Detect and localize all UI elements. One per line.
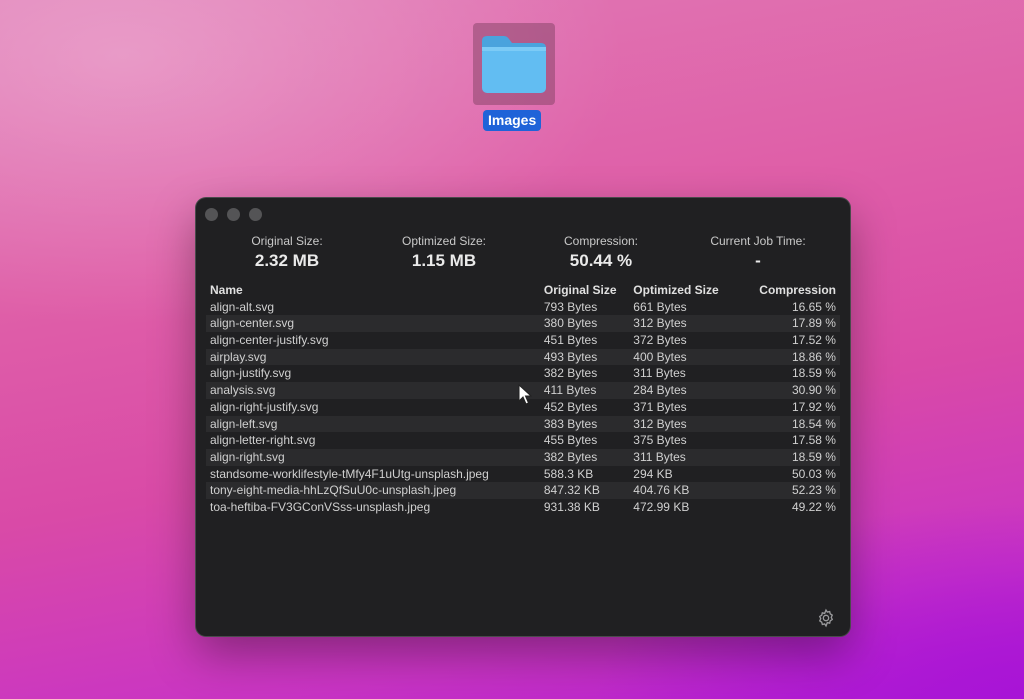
original-size-label: Original Size:: [251, 234, 323, 248]
cell-optimized-size: 372 Bytes: [633, 333, 687, 348]
cursor-icon: [518, 384, 532, 405]
original-size-value: 2.32 MB: [254, 251, 320, 270]
cell-file-name: align-alt.svg: [210, 299, 275, 314]
cell-original-size: 411 Bytes: [543, 383, 597, 398]
cell-original-size: 382 Bytes: [543, 366, 598, 381]
optimized-size-stat: Optimized Size: 1.15 MB: [369, 234, 519, 271]
cell-optimized-size: 312 Bytes: [633, 316, 687, 331]
cell-compression: 17.58 %: [791, 433, 836, 448]
cell-optimized-size: 404.76 KB: [633, 483, 690, 498]
cell-file-name: align-letter-right.svg: [210, 433, 316, 448]
cell-compression: 50.03 %: [791, 466, 836, 481]
optimizer-window: Original Size: 2.32 MB Optimized Size: 1…: [196, 198, 850, 636]
table-row[interactable]: align-center-justify.svg 451 Bytes 372 Byt…: [206, 332, 840, 349]
cell-file-name: align-justify.svg: [210, 366, 292, 381]
cell-file-name: tony-eight-media-hhLzQfSuU0c-unsplash.jp…: [210, 483, 457, 498]
cell-optimized-size: 375 Bytes: [633, 433, 687, 448]
cell-optimized-size: 400 Bytes: [633, 349, 687, 364]
cell-file-name: align-center-justify.svg: [210, 333, 329, 348]
cell-compression: 16.65 %: [791, 299, 836, 314]
compression-label: Compression:: [563, 234, 639, 248]
cell-original-size: 793 Bytes: [543, 299, 598, 314]
cell-original-size: 588.3 KB: [543, 466, 594, 481]
cell-optimized-size: 472.99 KB: [633, 499, 690, 514]
compression-stat: Compression: 50.44 %: [526, 234, 676, 271]
images-folder[interactable]: [473, 23, 555, 105]
cell-file-name: airplay.svg: [210, 349, 267, 364]
cell-original-size: 382 Bytes: [543, 449, 598, 464]
table-body: align-alt.svg 793 Bytes 661 Bytes 16.65 % al…: [206, 299, 840, 516]
table-row[interactable]: align-center.svg 380 Bytes 312 Bytes 17.89 …: [206, 315, 840, 333]
cell-compression: 30.90 %: [791, 383, 836, 398]
table-row[interactable]: standsome-worklifestyle-tMfy4F1uUtg-unsp…: [206, 466, 840, 483]
job-time-value: -: [755, 251, 761, 270]
cell-original-size: 847.32 KB: [543, 483, 600, 498]
minimize-window-button[interactable]: [227, 208, 240, 221]
cell-compression: 49.22 %: [791, 499, 836, 514]
folder-icon: [482, 36, 546, 93]
cell-file-name: align-left.svg: [210, 416, 278, 431]
cell-original-size: 452 Bytes: [543, 399, 598, 414]
table-row[interactable]: align-justify.svg 382 Bytes 311 Bytes 18.59…: [206, 365, 840, 382]
cell-original-size: 931.38 KB: [543, 499, 600, 514]
table-row[interactable]: align-right.svg 382 Bytes 311 Bytes 18.59 %: [206, 448, 840, 466]
window-controls: [205, 208, 262, 221]
table-row[interactable]: tony-eight-media-hhLzQfSuU0c-unsplash.jp…: [206, 482, 840, 499]
cell-optimized-size: 284 Bytes: [633, 383, 687, 398]
cell-file-name: align-right-justify.svg: [210, 399, 319, 414]
cell-file-name: analysis.svg: [210, 383, 276, 398]
cell-file-name: align-center.svg: [210, 316, 295, 331]
column-header-original-size[interactable]: Original Size: [544, 282, 633, 299]
cell-compression: 18.59 %: [791, 366, 836, 381]
cell-original-size: 451 Bytes: [543, 333, 598, 348]
cell-original-size: 455 Bytes: [543, 433, 598, 448]
cell-optimized-size: 311 Bytes: [633, 366, 686, 381]
table-row[interactable]: align-left.svg 383 Bytes 312 Bytes 18.54 %: [206, 415, 840, 433]
cell-optimized-size: 661 Bytes: [633, 299, 687, 314]
cell-original-size: 380 Bytes: [543, 316, 598, 331]
cell-compression: 17.92 %: [791, 399, 836, 414]
table-row[interactable]: airplay.svg 493 Bytes 400 Bytes 18.86 %: [206, 348, 840, 366]
cell-compression: 17.89 %: [791, 316, 836, 331]
cell-file-name: standsome-worklifestyle-tMfy4F1uUtg-unsp…: [210, 466, 489, 481]
cell-compression: 18.86 %: [791, 349, 836, 364]
cell-compression: 18.54 %: [791, 416, 836, 431]
cell-original-size: 383 Bytes: [543, 416, 598, 431]
optimized-size-value: 1.15 MB: [411, 251, 477, 270]
zoom-window-button[interactable]: [249, 208, 262, 221]
cell-compression: 18.59 %: [791, 449, 836, 464]
original-size-stat: Original Size: 2.32 MB: [212, 234, 362, 271]
optimized-size-label: Optimized Size:: [401, 234, 487, 248]
column-header-name[interactable]: Name: [206, 282, 544, 299]
folder-label[interactable]: Images: [483, 110, 542, 131]
cell-compression: 17.52 %: [791, 333, 836, 348]
job-time-stat: Current Job Time: -: [683, 234, 833, 271]
column-header-optimized-size[interactable]: Optimized Size: [633, 282, 742, 299]
column-header-compression[interactable]: Compression: [743, 282, 840, 299]
table-row[interactable]: align-letter-right.svg 455 Bytes 375 Bytes…: [206, 432, 840, 449]
cell-optimized-size: 311 Bytes: [633, 449, 686, 464]
cell-optimized-size: 312 Bytes: [633, 416, 687, 431]
table-header: Name Original Size Optimized Size Compre…: [206, 282, 840, 299]
job-time-label: Current Job Time:: [710, 234, 806, 248]
table-row[interactable]: toa-heftiba-FV3GConVSss-unsplash.jpeg 931…: [206, 499, 840, 516]
compression-value: 50.44 %: [569, 251, 633, 270]
cell-optimized-size: 371 Bytes: [633, 399, 687, 414]
cell-file-name: align-right.svg: [210, 449, 285, 464]
cell-original-size: 493 Bytes: [543, 349, 598, 364]
table-row[interactable]: align-alt.svg 793 Bytes 661 Bytes 16.65 %: [206, 299, 840, 316]
cell-optimized-size: 294 KB: [633, 466, 673, 481]
gear-icon[interactable]: [816, 608, 836, 628]
cell-compression: 52.23 %: [791, 483, 836, 498]
cell-file-name: toa-heftiba-FV3GConVSss-unsplash.jpeg: [210, 499, 431, 514]
close-window-button[interactable]: [205, 208, 218, 221]
stats-bar: Original Size: 2.32 MB Optimized Size: 1…: [196, 234, 850, 274]
